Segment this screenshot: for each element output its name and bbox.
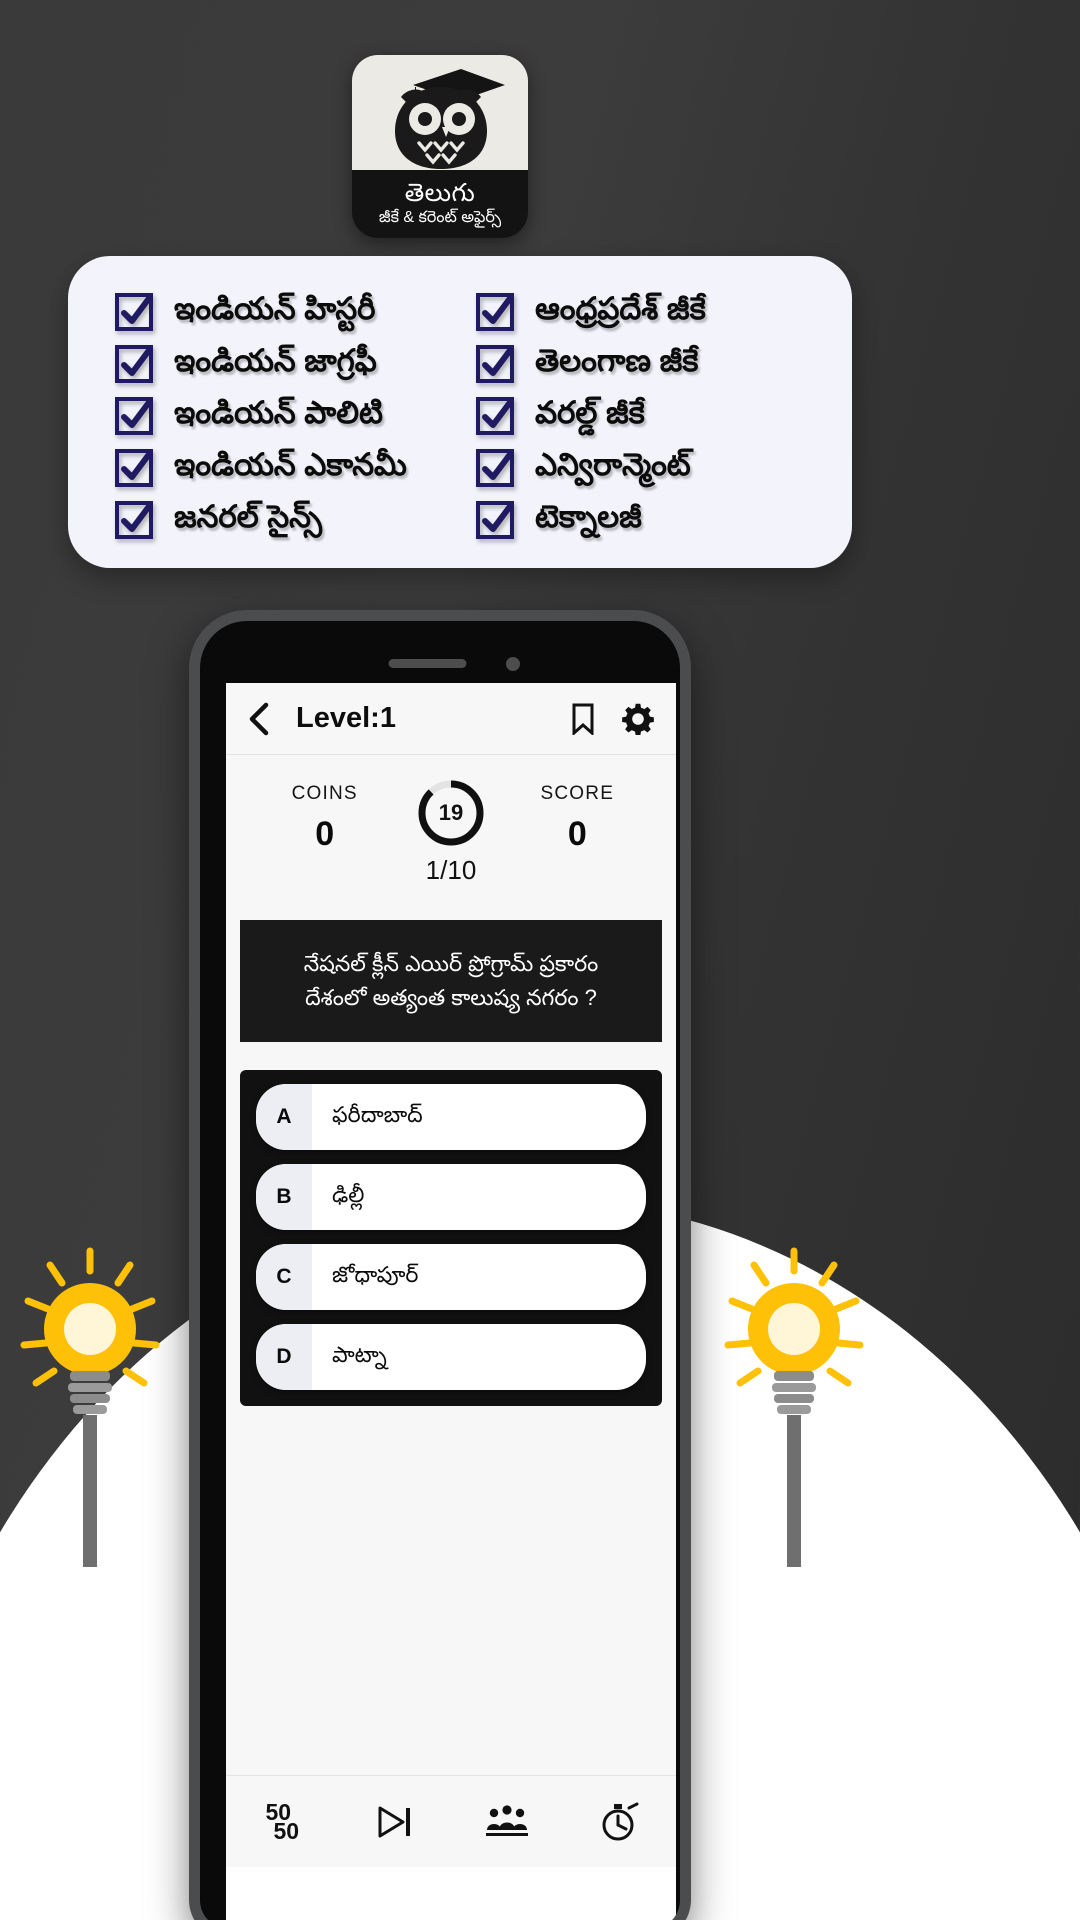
topic-label: ఆంధ్రప్రదేశ్ జీకే [535,290,706,326]
topic-item[interactable]: ఇండియన్ హిస్టరీ [114,286,455,338]
option-text: ఫరీదాబాద్ [332,1101,423,1127]
settings-button[interactable] [622,703,654,735]
fifty-fifty-button[interactable]: 50 50 [237,1790,327,1854]
checkbox-checked-icon [114,344,154,384]
checkbox-checked-icon [475,500,515,540]
option-letter: B [256,1164,312,1230]
checkbox-checked-icon [114,500,154,540]
timer: 19 1/10 [415,777,487,886]
question-line-2: దేశంలో అత్యంత కాలుష్య నగరం ? [305,985,597,1010]
app-icon-title: తెలుగు [404,178,476,207]
system-nav-bar [226,1867,676,1920]
audience-poll-button[interactable] [462,1790,552,1854]
phone-front-camera [506,657,520,671]
options-list: A ఫరీదాబాద్ B ఢిల్లీ C జోధాపూర్ D పాట్నా [240,1070,662,1406]
checkbox-checked-icon [475,448,515,488]
topic-label: జనరల్ సైన్స్ [174,498,322,534]
topic-item[interactable]: ఇండియన్ పాలిటి [114,390,455,442]
topic-label: వరల్డ్ జీకే [535,394,645,430]
stopwatch-icon [602,1802,639,1840]
lightbulb-right [722,1245,872,1580]
phone-bezel-top [200,621,680,683]
topic-label: తెలంగాణ జీకే [535,342,699,378]
fifty-fifty-icon: 50 50 [265,1800,300,1844]
topic-label: ఎన్విరాన్మెంట్ [535,446,691,482]
lifelines-bar: 50 50 [226,1775,676,1867]
stats-row: COINS 0 19 1/10 SCORE 0 [226,755,676,898]
checkbox-checked-icon [475,344,515,384]
topic-label: ఇండియన్ ఎకానమీ [174,446,407,482]
option-letter: D [256,1324,312,1390]
topics-card: ఇండియన్ హిస్టరీ ఆంధ్రప్రదేశ్ జీకే ఇండియన్ … [68,256,852,568]
owl-graduate-icon [395,69,505,169]
skip-button[interactable] [350,1790,440,1854]
option-text: పాట్నా [332,1341,387,1367]
gear-icon [622,703,654,735]
score-value: 0 [567,815,587,853]
answer-option[interactable]: C జోధాపూర్ [256,1244,646,1310]
topic-item[interactable]: జనరల్ సైన్స్ [114,494,455,546]
topic-item[interactable]: తెలంగాణ జీకే [475,338,816,390]
extra-time-button[interactable] [575,1790,665,1854]
checkbox-checked-icon [114,396,154,436]
app-icon[interactable]: తెలుగు జీకే & కరెంట్ అఫైర్స్ [352,55,528,238]
phone-mockup: Level:1 COINS 0 19 1/10 SCORE 0 నేషనల్ క… [189,610,691,1920]
score-label: SCORE [540,783,615,804]
timer-ring: 19 [415,777,487,849]
answer-option[interactable]: D పాట్నా [256,1324,646,1390]
question-box: నేషనల్ క్లీన్ ఎయిర్ ప్రోగ్రామ్ ప్రకారం ద… [240,920,662,1042]
lightbulb-left [18,1245,168,1580]
phone-speaker [388,659,467,668]
lightbulb-icon [724,1247,864,1567]
app-icon-artwork [352,55,528,170]
app-icon-caption: తెలుగు జీకే & కరెంట్ అఫైర్స్ [352,170,528,238]
audience-poll-icon [486,1804,529,1836]
topic-label: ఇండియన్ పాలిటి [174,394,383,430]
chevron-left-icon [249,702,269,735]
phone-screen: Level:1 COINS 0 19 1/10 SCORE 0 నేషనల్ క… [226,683,676,1920]
app-icon-subtitle: జీకే & కరెంట్ అఫైర్స్ [378,208,502,226]
coins-stat: COINS 0 [250,777,400,854]
topic-label: ఇండియన్ హిస్టరీ [174,290,376,326]
skip-next-icon [378,1806,410,1837]
question-progress: 1/10 [425,855,477,885]
coins-value: 0 [315,815,335,853]
checkbox-checked-icon [114,448,154,488]
page-title: Level:1 [296,702,396,734]
checkbox-checked-icon [475,396,515,436]
score-stat: SCORE 0 [502,777,652,854]
option-text: జోధాపూర్ [332,1261,419,1287]
answer-option[interactable]: A ఫరీదాబాద్ [256,1084,646,1150]
topic-label: టెక్నాలజీ [535,498,642,534]
topic-item[interactable]: ఎన్విరాన్మెంట్ [475,442,816,494]
question-line-1: నేషనల్ క్లీన్ ఎయిర్ ప్రోగ్రామ్ ప్రకారం [303,950,599,976]
option-letter: C [256,1244,312,1310]
topic-item[interactable]: ఇండియన్ జాగ్రఫీ [114,338,455,390]
bookmark-icon [572,703,594,735]
checkbox-checked-icon [114,292,154,332]
back-button[interactable] [242,702,276,736]
topic-label: ఇండియన్ జాగ్రఫీ [174,342,377,378]
topic-item[interactable]: ఇండియన్ ఎకానమీ [114,442,455,494]
topic-item[interactable]: వరల్డ్ జీకే [475,390,816,442]
topic-item[interactable]: ఆంధ్రప్రదేశ్ జీకే [475,286,816,338]
coins-label: COINS [291,783,358,804]
topic-item[interactable]: టెక్నాలజీ [475,494,816,546]
option-text: ఢిల్లీ [332,1181,365,1207]
option-letter: A [256,1084,312,1150]
lightbulb-icon [20,1247,160,1567]
bookmark-button[interactable] [570,703,596,735]
answer-option[interactable]: B ఢిల్లీ [256,1164,646,1230]
fifty-fifty-bottom: 50 [273,1817,300,1844]
app-bar: Level:1 [226,683,676,755]
timer-value: 19 [438,800,464,825]
checkbox-checked-icon [475,292,515,332]
